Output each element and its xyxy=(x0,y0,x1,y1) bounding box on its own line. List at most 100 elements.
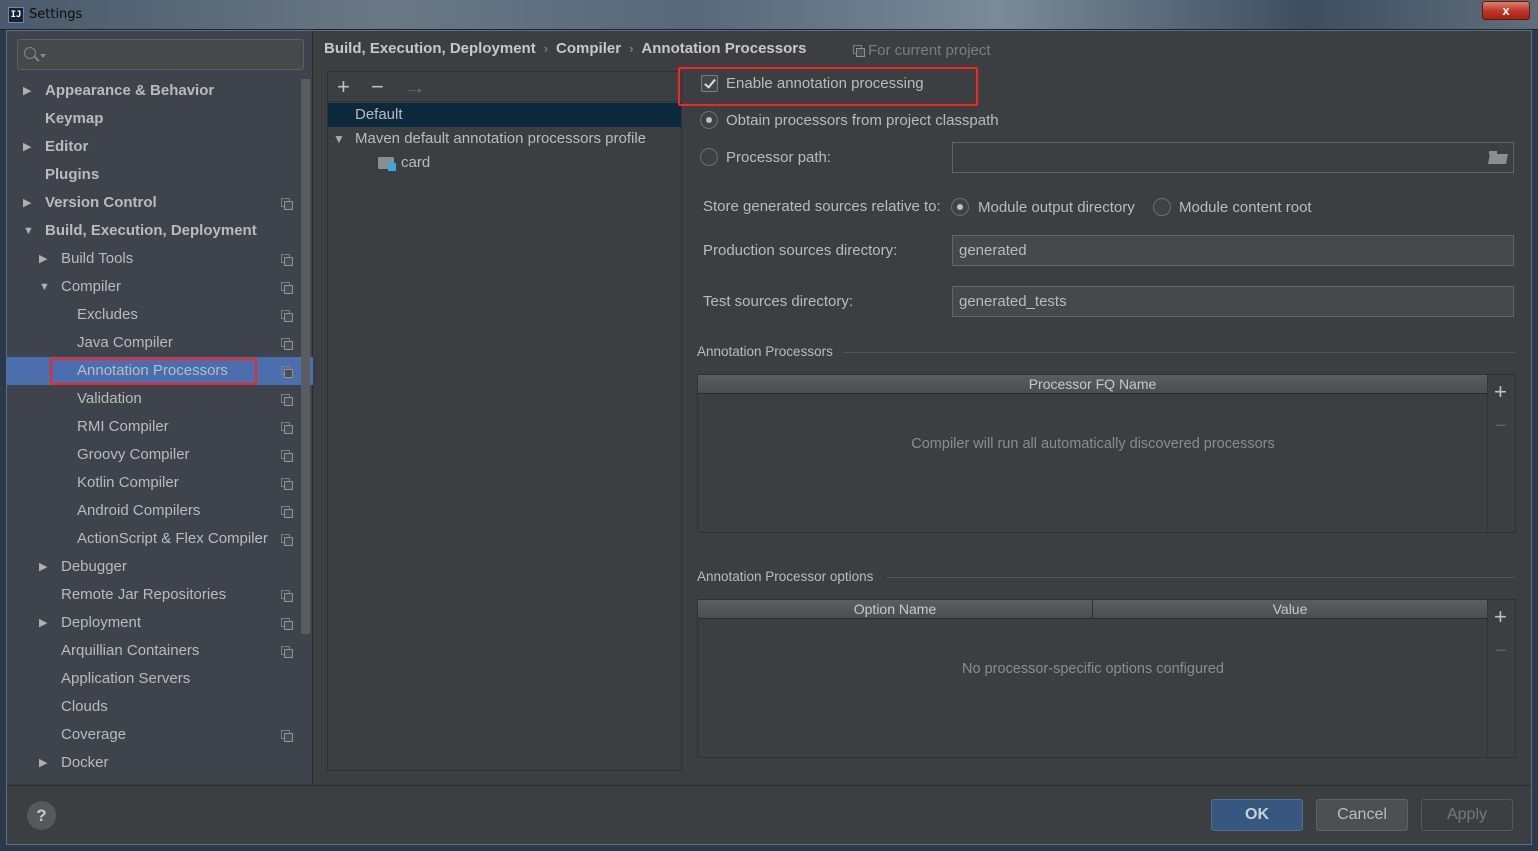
processor-path-label[interactable]: Processor path: xyxy=(726,149,831,166)
move-to-profile-button[interactable]: → xyxy=(404,74,426,100)
settings-dialog: ▶ Appearance & Behavior Keymap ▶ Editor Plugi… xyxy=(6,30,1532,845)
remove-profile-button[interactable]: − xyxy=(371,74,384,100)
window-title: Settings xyxy=(29,7,83,22)
chevron-right-icon[interactable]: ▶ xyxy=(23,133,35,161)
sidebar-item-rmi-compiler[interactable]: RMI Compiler xyxy=(7,413,313,441)
sidebar-item-docker[interactable]: ▶ Docker xyxy=(7,749,313,777)
sidebar-item-application-servers[interactable]: Application Servers xyxy=(7,665,313,693)
sidebar-item-editor[interactable]: ▶ Editor xyxy=(7,133,313,161)
sidebar-item-label: Kotlin Compiler xyxy=(77,474,179,491)
sidebar-item-android-compilers[interactable]: Android Compilers xyxy=(7,497,313,525)
help-button[interactable]: ? xyxy=(27,801,56,830)
enable-annotation-processing-checkbox[interactable] xyxy=(701,75,718,92)
module-output-directory-radio[interactable] xyxy=(951,198,969,216)
project-scope-icon xyxy=(281,450,293,462)
sidebar-item-plugins[interactable]: Plugins xyxy=(7,161,313,189)
project-scope-icon xyxy=(281,422,293,434)
sidebar-item-label: Java Compiler xyxy=(77,334,173,351)
sidebar-item-keymap[interactable]: Keymap xyxy=(7,105,313,133)
sidebar-item-remote-jar-repositories[interactable]: Remote Jar Repositories xyxy=(7,581,313,609)
obtain-from-classpath-radio[interactable] xyxy=(700,111,718,129)
close-button[interactable]: x xyxy=(1482,1,1530,20)
project-scope-icon xyxy=(281,534,293,546)
profile-module-card[interactable]: card xyxy=(328,151,681,175)
add-option-button[interactable]: + xyxy=(1494,604,1507,630)
sidebar-scrollbar[interactable] xyxy=(301,79,310,634)
profile-label: Maven default annotation processors prof… xyxy=(355,130,647,147)
project-scope-icon xyxy=(281,310,293,322)
settings-search-input[interactable] xyxy=(17,39,304,70)
sidebar-item-validation[interactable]: Validation xyxy=(7,385,313,413)
sidebar-item-label: Debugger xyxy=(61,558,127,575)
add-profile-button[interactable]: + xyxy=(337,74,350,100)
sidebar-item-kotlin-compiler[interactable]: Kotlin Compiler xyxy=(7,469,313,497)
test-dir-input[interactable]: generated_tests xyxy=(952,286,1514,317)
sidebar-item-appearance-behavior[interactable]: ▶ Appearance & Behavior xyxy=(7,77,313,105)
production-dir-input[interactable]: generated xyxy=(952,235,1514,266)
breadcrumb-current: Annotation Processors xyxy=(641,40,807,57)
processors-empty-text: Compiler will run all automatically disc… xyxy=(911,436,1275,452)
sidebar-item-groovy-compiler[interactable]: Groovy Compiler xyxy=(7,441,313,469)
sidebar-item-version-control[interactable]: ▶ Version Control xyxy=(7,189,313,217)
dialog-footer: ? OK Cancel Apply xyxy=(7,785,1531,844)
cancel-button[interactable]: Cancel xyxy=(1316,799,1408,831)
chevron-right-icon[interactable]: ▶ xyxy=(39,749,51,777)
remove-option-button[interactable]: − xyxy=(1495,638,1507,664)
store-relative-label: Store generated sources relative to: xyxy=(703,198,941,215)
sidebar-item-build-tools[interactable]: ▶ Build Tools xyxy=(7,245,313,273)
column-value[interactable]: Value xyxy=(1092,600,1487,619)
project-scope-icon xyxy=(281,198,293,210)
remove-processor-button[interactable]: − xyxy=(1495,413,1507,439)
chevron-right-icon[interactable]: ▶ xyxy=(39,245,51,273)
chevron-down-icon[interactable]: ▼ xyxy=(333,127,345,151)
browse-folder-icon[interactable] xyxy=(1489,151,1507,164)
sidebar-item-label: Arquillian Containers xyxy=(61,642,200,659)
breadcrumb-item[interactable]: Build, Execution, Deployment xyxy=(324,40,536,57)
profile-item-maven[interactable]: ▼ Maven default annotation processors pr… xyxy=(328,127,681,151)
chevron-down-icon[interactable]: ▼ xyxy=(23,217,35,245)
profile-item-default[interactable]: Default xyxy=(328,103,681,127)
processor-path-radio[interactable] xyxy=(700,148,718,166)
processor-path-input[interactable] xyxy=(952,142,1514,173)
obtain-from-classpath-label[interactable]: Obtain processors from project classpath xyxy=(726,112,999,129)
chevron-right-icon[interactable]: ▶ xyxy=(39,553,51,581)
ok-button[interactable]: OK xyxy=(1211,799,1303,831)
sidebar-item-coverage[interactable]: Coverage xyxy=(7,721,313,749)
sidebar-item-compiler[interactable]: ▼ Compiler xyxy=(7,273,313,301)
module-content-root-label[interactable]: Module content root xyxy=(1179,199,1312,216)
chevron-right-icon[interactable]: ▶ xyxy=(39,609,51,637)
intellij-logo-icon: IJ xyxy=(8,7,24,23)
project-scope-icon xyxy=(281,366,293,378)
breadcrumb-item[interactable]: Compiler xyxy=(556,40,621,57)
module-content-root-radio[interactable] xyxy=(1153,198,1171,216)
apply-button[interactable]: Apply xyxy=(1421,799,1513,831)
sidebar-item-label: Editor xyxy=(45,138,89,155)
sidebar-item-deployment[interactable]: ▶ Deployment xyxy=(7,609,313,637)
add-processor-button[interactable]: + xyxy=(1494,379,1507,405)
chevron-down-icon[interactable]: ▼ xyxy=(39,273,51,301)
sidebar-item-clouds[interactable]: Clouds xyxy=(7,693,313,721)
project-scope-icon xyxy=(281,506,293,518)
project-scope-icon xyxy=(281,478,293,490)
sidebar-item-java-compiler[interactable]: Java Compiler xyxy=(7,329,313,357)
sidebar-item-debugger[interactable]: ▶ Debugger xyxy=(7,553,313,581)
sidebar-item-excludes[interactable]: Excludes xyxy=(7,301,313,329)
search-icon xyxy=(24,47,36,59)
project-scope-icon xyxy=(281,618,293,630)
sidebar-item-arquillian-containers[interactable]: Arquillian Containers xyxy=(7,637,313,665)
options-table-header: Option Name Value xyxy=(698,600,1487,619)
enable-annotation-processing-label[interactable]: Enable annotation processing xyxy=(726,75,924,92)
options-table-toolbar: + − xyxy=(1487,600,1515,757)
sidebar-item-build-execution-deployment[interactable]: ▼ Build, Execution, Deployment xyxy=(7,217,313,245)
sidebar-item-label: Validation xyxy=(77,390,142,407)
column-processor-fq-name[interactable]: Processor FQ Name xyxy=(698,375,1487,394)
search-options-caret-icon[interactable] xyxy=(40,54,46,58)
column-option-name[interactable]: Option Name xyxy=(698,600,1092,619)
sidebar-item-label: Docker xyxy=(61,754,109,771)
profiles-panel: + − → Default ▼ Maven default annotation… xyxy=(327,71,682,771)
module-output-directory-label[interactable]: Module output directory xyxy=(978,199,1135,216)
processors-table-toolbar: + − xyxy=(1487,375,1515,532)
chevron-right-icon[interactable]: ▶ xyxy=(23,189,35,217)
sidebar-item-actionscript-flex-compiler[interactable]: ActionScript & Flex Compiler xyxy=(7,525,313,553)
chevron-right-icon[interactable]: ▶ xyxy=(23,77,35,105)
